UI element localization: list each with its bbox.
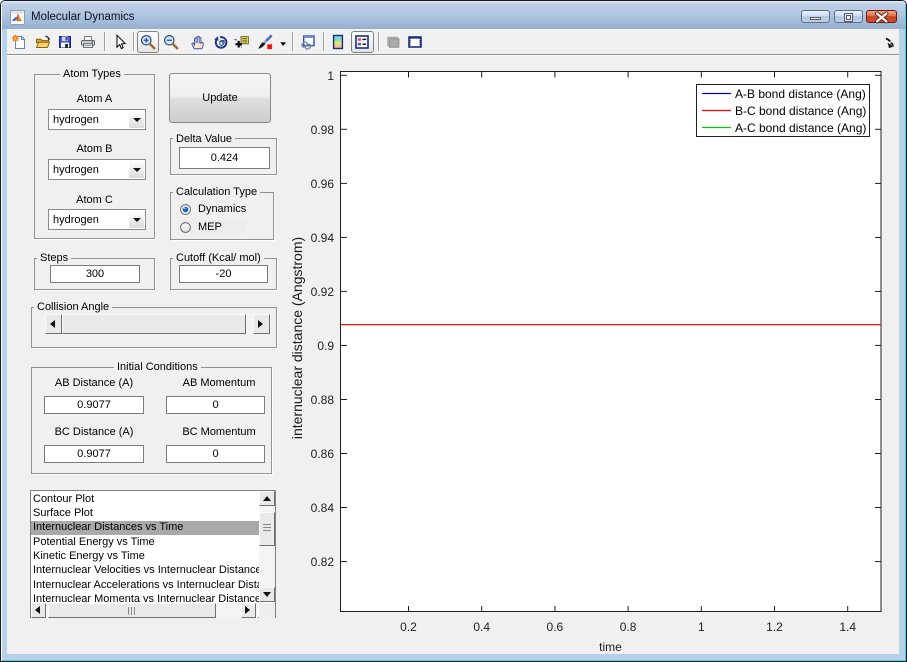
svg-text:0.96: 0.96 (311, 177, 335, 191)
svg-text:1: 1 (327, 69, 334, 83)
svg-text:time: time (599, 640, 622, 654)
svg-text:1: 1 (698, 620, 705, 634)
svg-text:1.2: 1.2 (766, 620, 783, 634)
svg-text:0.4: 0.4 (473, 620, 490, 634)
svg-text:0.6: 0.6 (547, 620, 564, 634)
svg-text:0.2: 0.2 (400, 620, 417, 634)
svg-text:0.98: 0.98 (311, 123, 335, 137)
svg-text:0.9: 0.9 (317, 339, 334, 353)
svg-text:A-C bond distance (Ang): A-C bond distance (Ang) (735, 121, 866, 135)
svg-text:0.82: 0.82 (311, 555, 335, 569)
svg-text:0.86: 0.86 (311, 447, 335, 461)
svg-text:0.88: 0.88 (311, 393, 335, 407)
svg-text:0.94: 0.94 (311, 231, 335, 245)
svg-text:0.84: 0.84 (311, 501, 335, 515)
svg-text:0.8: 0.8 (620, 620, 637, 634)
svg-text:0.92: 0.92 (311, 285, 335, 299)
svg-text:B-C bond distance (Ang): B-C bond distance (Ang) (735, 104, 866, 118)
svg-text:A-B bond distance (Ang): A-B bond distance (Ang) (735, 87, 866, 101)
svg-text:1.4: 1.4 (839, 620, 856, 634)
